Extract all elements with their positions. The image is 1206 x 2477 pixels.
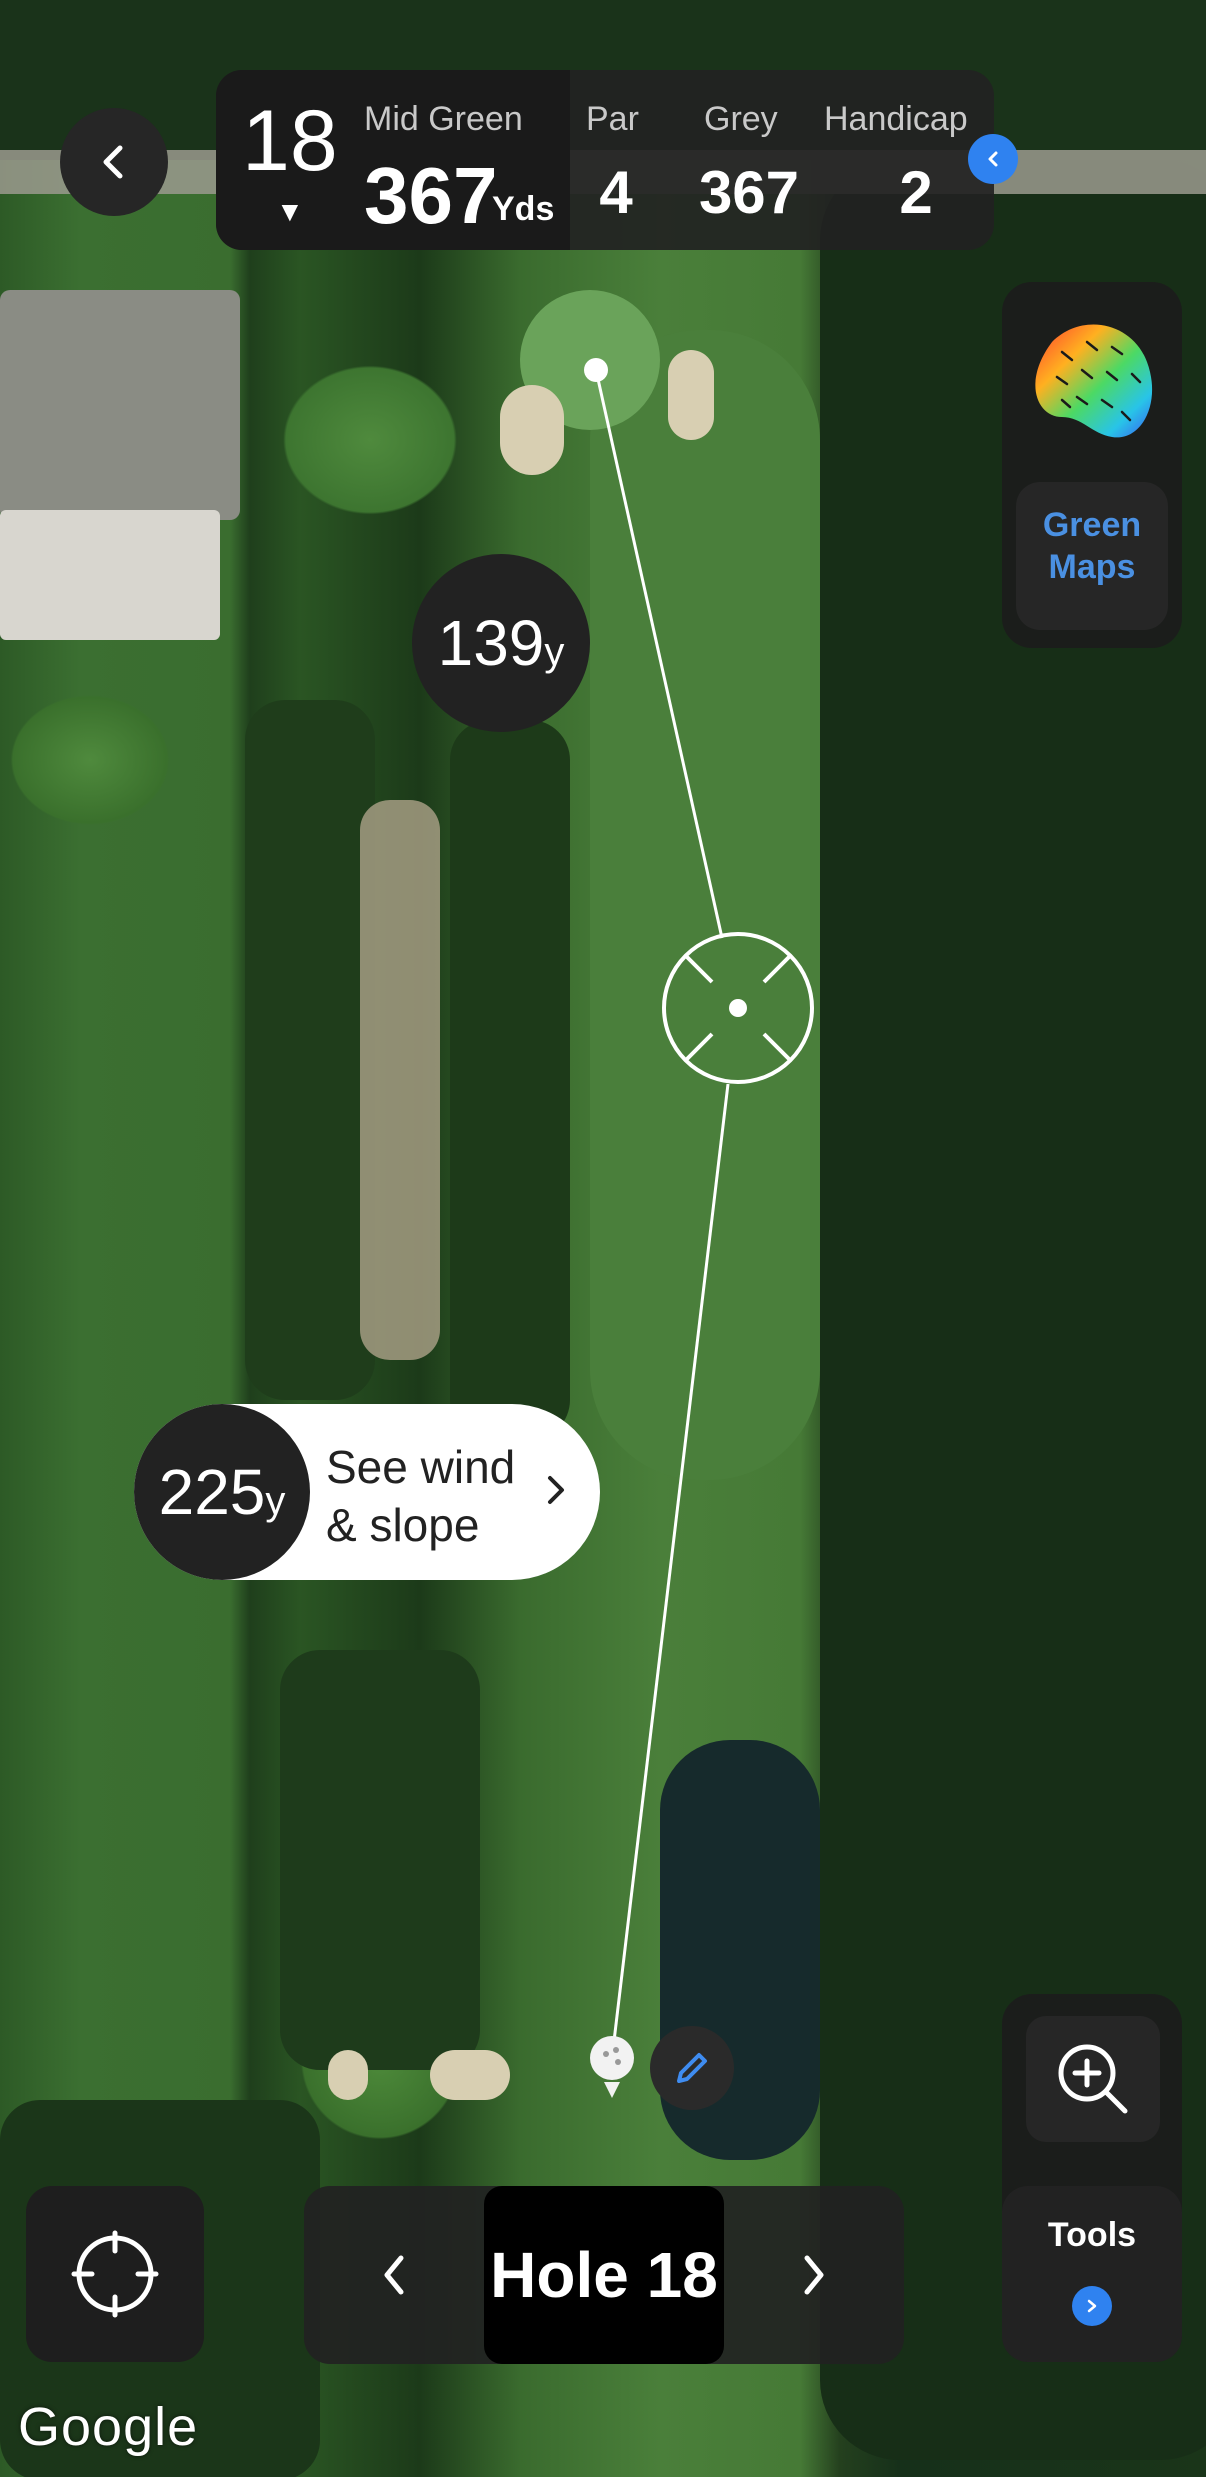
edit-position-button[interactable] xyxy=(650,2026,734,2110)
tools-label: Tools xyxy=(1047,2216,1137,2254)
shot-line-upper xyxy=(594,369,724,939)
pencil-icon xyxy=(677,2053,707,2083)
distance-to-green-marker: 139 y xyxy=(412,554,590,732)
crosshair-icon xyxy=(71,2230,159,2318)
golf-ball-icon[interactable] xyxy=(590,2036,634,2098)
chevron-right-icon xyxy=(548,1476,564,1504)
hole-info-bar: 18 ▼ Mid Green 367 Yds Par 4 Grey 367 Ha… xyxy=(216,70,994,250)
wind-slope-button[interactable]: 225 y See wind & slope xyxy=(134,1404,600,1580)
wind-slope-label: See wind & slope xyxy=(326,1438,526,1554)
chevron-left-icon xyxy=(103,145,123,179)
wind-label-line2: & slope xyxy=(326,1499,480,1551)
shot-distance-marker: 225 y xyxy=(134,1404,310,1580)
target-unit: Yds xyxy=(492,190,555,228)
handicap-value: 2 xyxy=(899,159,933,226)
tee-label: Grey xyxy=(704,100,778,138)
chevron-right-icon xyxy=(1072,2286,1112,2326)
hole-navigator: Hole 18 xyxy=(304,2186,904,2364)
tools-button[interactable]: Tools xyxy=(1002,2186,1182,2362)
green-maps-button[interactable]: Green Maps xyxy=(1016,482,1168,630)
shot-distance-value: 225 xyxy=(158,1456,266,1528)
hole-selector[interactable]: 18 ▼ Mid Green 367 Yds xyxy=(216,70,570,250)
next-hole-button[interactable] xyxy=(724,2186,904,2364)
locate-me-button[interactable] xyxy=(26,2186,204,2362)
tools-panel: Tools xyxy=(1002,1994,1182,2362)
handicap-label: Handicap xyxy=(824,100,968,138)
current-hole-label[interactable]: Hole 18 xyxy=(484,2186,724,2364)
green-slope-heatmap-icon xyxy=(1035,324,1153,438)
par-value: 4 xyxy=(599,159,633,226)
pin-marker[interactable] xyxy=(584,358,608,382)
target-reticle[interactable] xyxy=(662,932,814,1084)
tee-yardage: 367 xyxy=(698,159,800,226)
shot-line-lower xyxy=(610,1083,730,2059)
distance-to-green-value: 139 xyxy=(437,607,545,679)
green-maps-card[interactable]: Green Maps xyxy=(1002,282,1182,648)
hole-number: 18 xyxy=(242,93,338,189)
chevron-left-icon xyxy=(988,151,998,167)
back-button[interactable] xyxy=(60,108,168,216)
target-distance: 367 xyxy=(364,151,498,240)
chevron-left-icon xyxy=(384,2255,404,2295)
wind-label-line1: See wind xyxy=(326,1441,516,1493)
caret-down-icon: ▼ xyxy=(276,196,304,227)
previous-hole-button[interactable] xyxy=(304,2186,484,2364)
chevron-right-icon xyxy=(804,2255,824,2295)
green-maps-label-line2: Maps xyxy=(1048,548,1136,586)
zoom-in-button[interactable] xyxy=(1026,2016,1160,2142)
zoom-in-icon xyxy=(1058,2044,1128,2114)
distance-unit: y xyxy=(544,629,565,674)
expand-info-button[interactable] xyxy=(968,134,1018,184)
green-maps-label-line1: Green xyxy=(1042,506,1142,544)
distance-unit: y xyxy=(265,1478,286,1523)
target-label: Mid Green xyxy=(364,100,523,138)
par-label: Par xyxy=(586,100,639,138)
google-logo: Google xyxy=(18,2397,199,2457)
